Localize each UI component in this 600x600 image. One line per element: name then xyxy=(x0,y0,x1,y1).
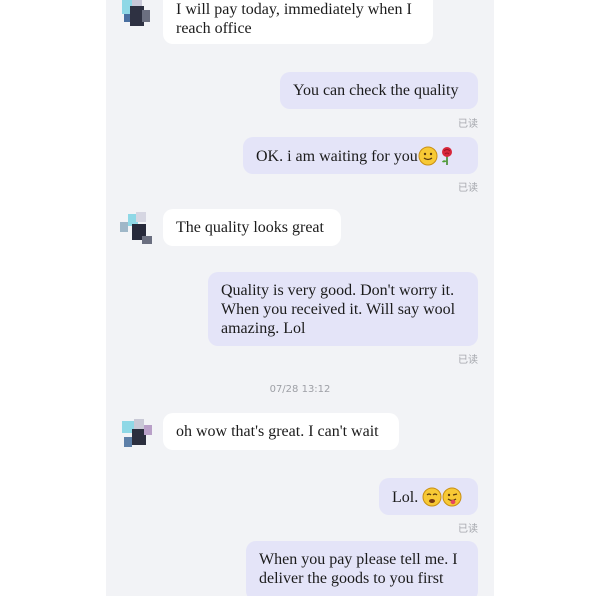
message-bubble-outgoing[interactable]: When you pay please tell me. I deliver t… xyxy=(246,541,478,596)
message-text: OK. i am waiting for you xyxy=(256,148,418,165)
chat-screen: I will pay today, immediately when I rea… xyxy=(106,0,494,596)
message-text: I will pay today, immediately when I xyxy=(176,1,412,18)
message-text: amazing. Lol xyxy=(221,320,306,337)
contact-avatar[interactable] xyxy=(118,0,154,30)
winking-tongue-icon xyxy=(442,487,462,512)
message-text: You can check the quality xyxy=(293,82,459,99)
message-text: When you pay please tell me. I xyxy=(259,551,458,568)
timestamp-divider: 07/28 13:12 xyxy=(269,384,331,395)
contact-avatar[interactable] xyxy=(118,415,154,451)
message-bubble-incoming[interactable]: oh wow that's great. I can't wait xyxy=(163,413,399,450)
message-bubble-incoming[interactable]: I will pay today, immediately when I rea… xyxy=(163,0,433,44)
read-receipt: 已读 xyxy=(458,355,478,366)
message-text: When you received it. Will say wool xyxy=(221,301,456,318)
read-receipt: 已读 xyxy=(458,183,478,194)
message-bubble-outgoing[interactable]: Quality is very good. Don't worry it. Wh… xyxy=(208,272,478,346)
message-bubble-outgoing[interactable]: OK. i am waiting for you xyxy=(243,137,478,174)
rose-icon xyxy=(438,146,456,171)
message-bubble-outgoing[interactable]: Lol. xyxy=(379,478,478,515)
read-receipt: 已读 xyxy=(458,524,478,535)
message-text: reach office xyxy=(176,20,252,37)
blushing-smiley-icon xyxy=(422,487,442,512)
message-text: deliver the goods to you first xyxy=(259,570,444,587)
smiley-icon xyxy=(418,146,438,171)
contact-avatar[interactable] xyxy=(118,210,154,246)
message-text: Lol. xyxy=(392,489,419,506)
message-text: Quality is very good. Don't worry it. xyxy=(221,282,455,299)
message-bubble-outgoing[interactable]: You can check the quality xyxy=(280,72,478,109)
message-bubble-incoming[interactable]: The quality looks great xyxy=(163,209,341,246)
read-receipt: 已读 xyxy=(458,119,478,130)
message-text: The quality looks great xyxy=(176,219,324,236)
message-text: oh wow that's great. I can't wait xyxy=(176,423,379,440)
